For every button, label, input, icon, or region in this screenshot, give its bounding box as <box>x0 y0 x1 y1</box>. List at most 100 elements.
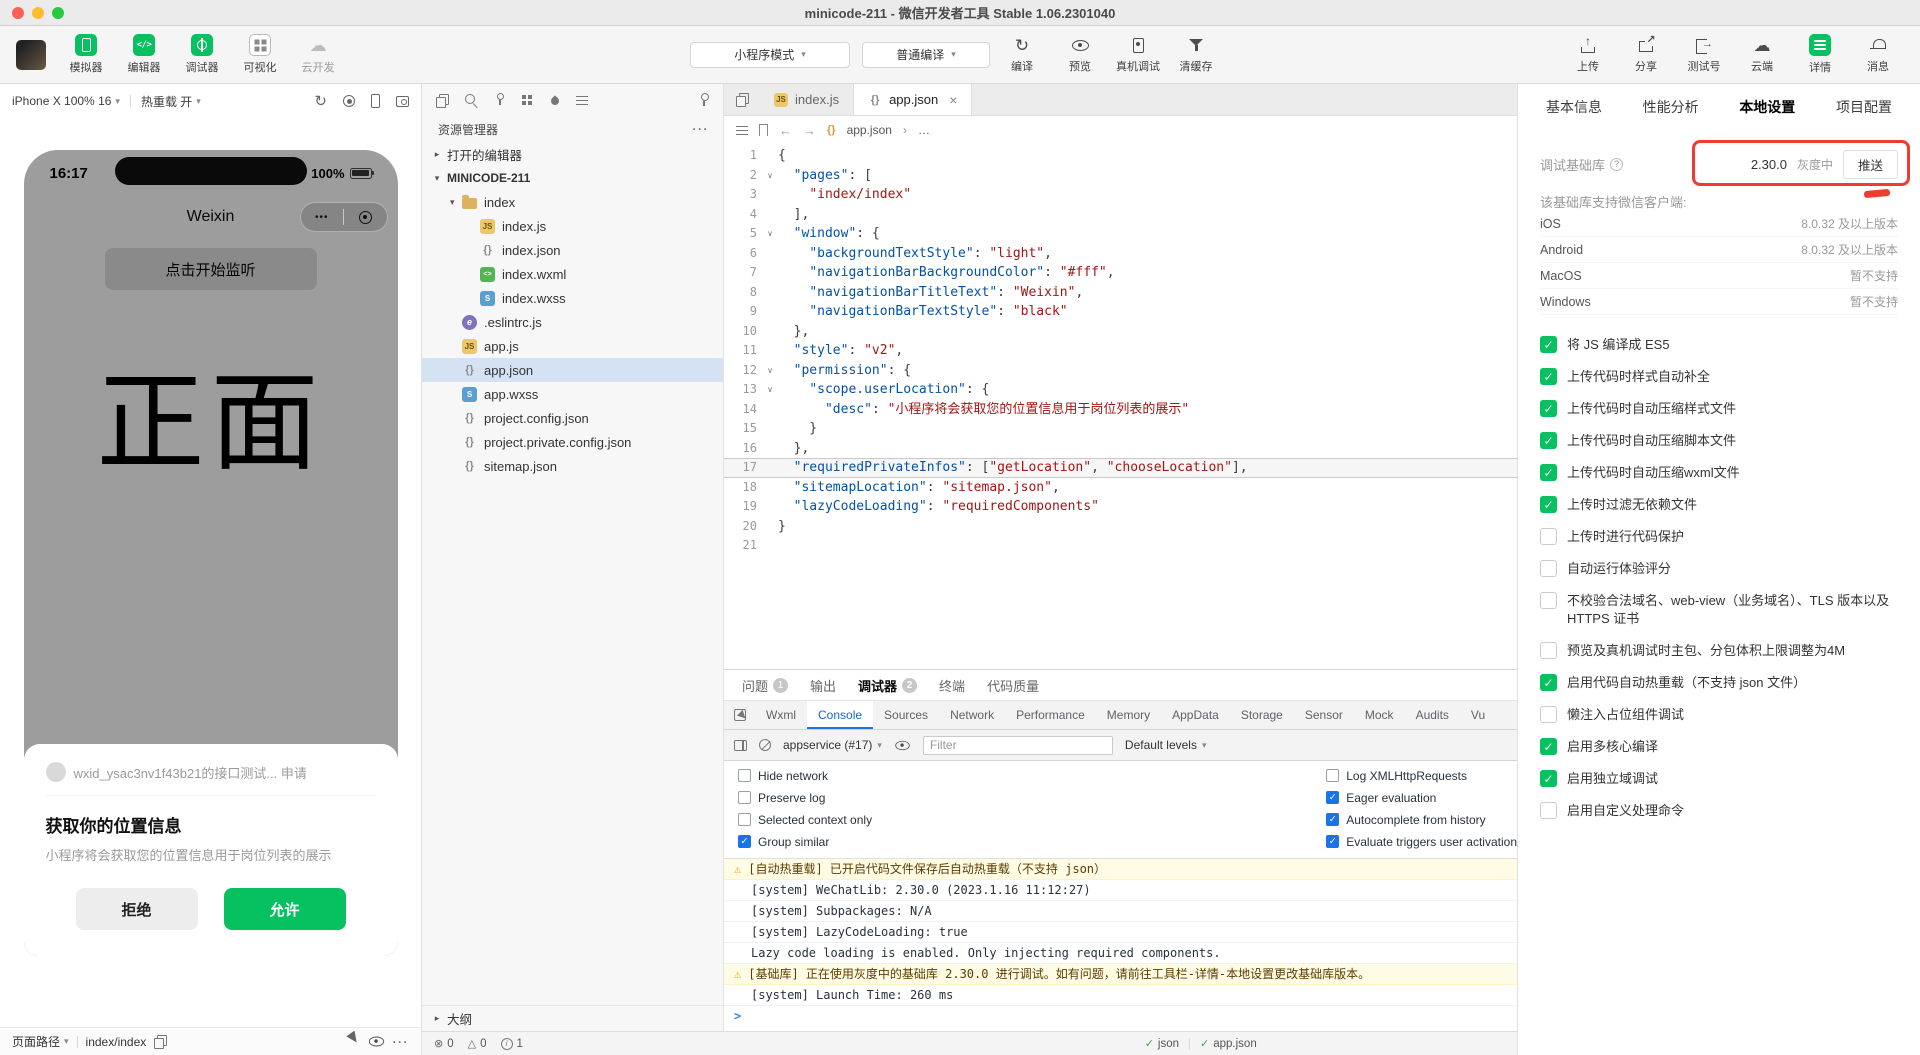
clear-cache-button[interactable]: 清缓存 <box>1170 35 1222 74</box>
execution-context-select[interactable]: appservice (#17) ▾ <box>783 738 882 752</box>
preview-button[interactable]: 预览 <box>1054 35 1106 74</box>
devtools-tab-vu[interactable]: Vu <box>1460 701 1496 729</box>
zoom-window-button[interactable] <box>52 6 64 19</box>
record-icon[interactable] <box>343 95 355 107</box>
checkbox[interactable]: ✓ <box>1540 770 1557 787</box>
file-tree-item[interactable]: JS app.js <box>422 334 723 358</box>
theme-icon[interactable] <box>549 94 560 106</box>
devtools-tab-sources[interactable]: Sources <box>873 701 939 729</box>
screenshot-icon[interactable] <box>396 95 409 107</box>
git-branch-icon[interactable] <box>494 93 506 107</box>
code-line[interactable]: 15 } <box>724 419 1517 439</box>
upload-button[interactable]: 上传 <box>1562 35 1614 74</box>
checkbox[interactable]: ✓ <box>1540 336 1557 353</box>
local-setting-row[interactable]: 自动运行体验评分 <box>1540 553 1898 585</box>
page-path-select[interactable]: 页面路径 ▾ <box>12 1033 69 1050</box>
devtools-tab-wxml[interactable]: Wxml <box>755 701 807 729</box>
file-tree-item[interactable]: Sapp.wxss <box>422 382 723 406</box>
console-option-row[interactable]: Log XMLHttpRequests <box>1326 766 1517 785</box>
checkbox[interactable] <box>1540 802 1557 819</box>
open-editors-section[interactable]: ▸ 打开的编辑器 <box>422 142 723 166</box>
devtools-tab-mock[interactable]: Mock <box>1354 701 1405 729</box>
local-setting-row[interactable]: ✓ 上传代码时自动压缩脚本文件 <box>1540 425 1898 457</box>
inspect-pointer-icon[interactable] <box>345 1030 364 1050</box>
checkbox[interactable] <box>1540 528 1557 545</box>
simulator-toggle-button[interactable]: 模拟器 <box>60 34 112 75</box>
file-tree-item[interactable]: {} app.json <box>422 358 723 382</box>
messages-button[interactable]: 消息 <box>1852 35 1904 74</box>
minimize-window-button[interactable] <box>32 6 44 19</box>
user-avatar[interactable] <box>16 39 46 70</box>
bookmark-icon[interactable] <box>759 124 768 136</box>
local-setting-row[interactable]: ✓ 启用代码自动热重载（不支持 json 文件） <box>1540 667 1898 699</box>
file-tree-item[interactable]: JS index.js <box>422 214 723 238</box>
checkbox[interactable] <box>738 791 751 804</box>
console-option-row[interactable]: ✓ Autocomplete from history <box>1326 810 1517 829</box>
devtools-tab-console[interactable]: Console <box>807 701 874 729</box>
devtools-tab-performance[interactable]: Performance <box>1005 701 1096 729</box>
local-setting-row[interactable]: ✓ 上传代码时自动压缩样式文件 <box>1540 393 1898 425</box>
file-tree-item[interactable]: e .eslintrc.js <box>422 310 723 334</box>
capsule-menu[interactable]: ••• <box>299 202 388 232</box>
code-line[interactable]: 10 }, <box>724 322 1517 342</box>
forward-icon[interactable]: → <box>803 123 816 138</box>
code-line[interactable]: 3 "index/index" <box>724 185 1517 205</box>
editor-toggle-button[interactable]: </> 编辑器 <box>118 34 170 75</box>
devtools-tab-network[interactable]: Network <box>939 701 1005 729</box>
code-line[interactable]: 13 ∨ "scope.userLocation": { <box>724 380 1517 400</box>
file-tree-item[interactable]: <> index.wxml <box>422 262 723 286</box>
language-mode[interactable]: ✓ json <box>1145 1037 1179 1051</box>
cloud-dev-button[interactable]: ☁ 云开发 <box>292 34 344 75</box>
help-icon[interactable]: ? <box>1610 157 1624 171</box>
code-line[interactable]: 4 ], <box>724 205 1517 225</box>
device-frame-icon[interactable] <box>371 94 380 108</box>
breadcrumb[interactable]: app.json <box>847 123 892 137</box>
devtools-tab-storage[interactable]: Storage <box>1230 701 1294 729</box>
local-setting-row[interactable]: ✓ 启用独立域调试 <box>1540 763 1898 795</box>
code-line[interactable]: 11 "style": "v2", <box>724 341 1517 361</box>
back-icon[interactable]: ← <box>779 123 792 138</box>
allow-button[interactable]: 允许 <box>223 888 346 930</box>
checkbox[interactable] <box>1540 642 1557 659</box>
console-option-row[interactable]: Selected context only <box>738 810 1326 829</box>
list-icon[interactable] <box>576 95 588 106</box>
compile-mode-select[interactable]: 普通编译 ▾ <box>862 41 990 68</box>
console-filter-input[interactable] <box>922 735 1113 755</box>
code-line[interactable]: 20} <box>724 517 1517 537</box>
local-setting-row[interactable]: ✓ 上传时过滤无依赖文件 <box>1540 489 1898 521</box>
live-expression-icon[interactable] <box>895 740 910 750</box>
console-option-row[interactable]: Hide network <box>738 766 1326 785</box>
console-option-row[interactable]: ✓ Eager evaluation <box>1326 788 1517 807</box>
local-setting-row[interactable]: ✓ 上传代码时样式自动补全 <box>1540 361 1898 393</box>
devtools-tab-memory[interactable]: Memory <box>1096 701 1161 729</box>
local-setting-row[interactable]: 不校验合法域名、web-view（业务域名）、TLS 版本以及 HTTPS 证书 <box>1540 585 1898 635</box>
local-setting-row[interactable]: ✓ 上传代码时自动压缩wxml文件 <box>1540 457 1898 489</box>
fold-chevron-icon[interactable]: ∨ <box>762 380 778 400</box>
checkbox[interactable] <box>1540 592 1557 609</box>
split-editor-icon[interactable] <box>724 84 760 115</box>
checkbox[interactable]: ✓ <box>1326 813 1340 826</box>
remote-debug-button[interactable]: 真机调试 <box>1112 35 1164 74</box>
checkbox[interactable]: ✓ <box>738 835 751 848</box>
deny-button[interactable]: 拒绝 <box>75 888 198 930</box>
code-line[interactable]: 21 <box>724 536 1517 556</box>
code-line[interactable]: 8 "navigationBarTitleText": "Weixin", <box>724 283 1517 303</box>
tab-local-settings[interactable]: 本地设置 <box>1739 97 1795 117</box>
warnings-count[interactable]: △ 0 <box>468 1037 487 1051</box>
checkbox[interactable] <box>738 813 751 826</box>
file-tree-item[interactable]: {} index.json <box>422 238 723 262</box>
editor-tab-index-js[interactable]: JS index.js <box>760 84 855 115</box>
code-line[interactable]: 19 "lazyCodeLoading": "requiredComponent… <box>724 497 1517 517</box>
console-sidebar-icon[interactable] <box>734 739 747 751</box>
tab-problems[interactable]: 问题 1 <box>732 670 798 700</box>
breadcrumb-more[interactable]: … <box>918 123 930 137</box>
checkbox[interactable]: ✓ <box>1540 496 1557 513</box>
code-line[interactable]: 6 "backgroundTextStyle": "light", <box>724 244 1517 264</box>
checkbox[interactable]: ✓ <box>1540 674 1557 691</box>
mode-select[interactable]: 小程序模式 ▾ <box>690 41 850 68</box>
file-tree-folder[interactable]: ▾ index <box>422 190 723 214</box>
info-count[interactable]: i 1 <box>500 1037 523 1050</box>
tab-performance-analysis[interactable]: 性能分析 <box>1643 97 1699 117</box>
compile-button[interactable]: ↻ 编译 <box>996 35 1048 74</box>
code-line[interactable]: 1{ <box>724 146 1517 166</box>
